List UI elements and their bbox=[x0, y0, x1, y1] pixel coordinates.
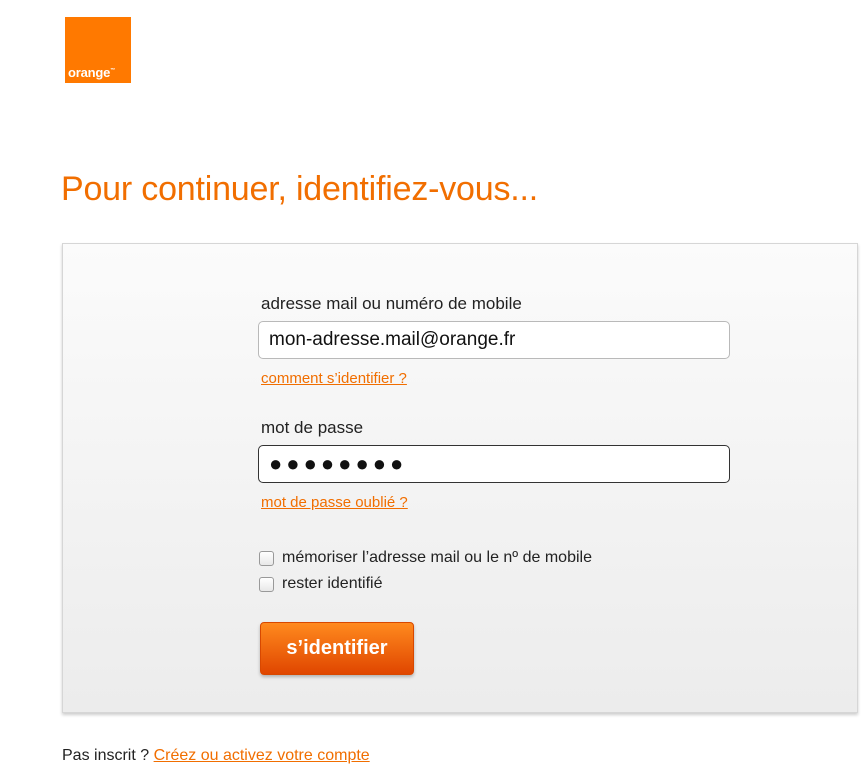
stay-signed-in-label: rester identifié bbox=[282, 575, 383, 592]
stay-signed-in-checkbox[interactable] bbox=[259, 576, 274, 592]
remember-login-checkbox[interactable] bbox=[259, 550, 274, 566]
stay-signed-in-row[interactable]: rester identifié bbox=[259, 575, 383, 593]
orange-logo[interactable]: orange™ bbox=[65, 17, 131, 83]
sign-in-button[interactable]: s’identifier bbox=[260, 622, 414, 675]
create-account-link[interactable]: Créez ou activez votre compte bbox=[154, 747, 370, 764]
forgot-password-link[interactable]: mot de passe oublié ? bbox=[261, 494, 408, 511]
login-label: adresse mail ou numéro de mobile bbox=[261, 294, 522, 313]
login-input[interactable] bbox=[258, 321, 730, 359]
not-registered-text: Pas inscrit ? bbox=[62, 747, 154, 764]
remember-login-label: mémoriser l’adresse mail ou le nº de mob… bbox=[282, 549, 592, 566]
password-input[interactable] bbox=[258, 445, 730, 483]
logo-text: orange™ bbox=[68, 65, 115, 80]
login-panel: adresse mail ou numéro de mobile comment… bbox=[62, 243, 858, 713]
signup-footer: Pas inscrit ? Créez ou activez votre com… bbox=[62, 747, 370, 765]
how-to-identify-link[interactable]: comment s’identifier ? bbox=[261, 370, 407, 387]
page-title: Pour continuer, identifiez-vous... bbox=[61, 170, 539, 208]
password-label: mot de passe bbox=[261, 418, 364, 437]
remember-login-row[interactable]: mémoriser l’adresse mail ou le nº de mob… bbox=[259, 549, 592, 567]
